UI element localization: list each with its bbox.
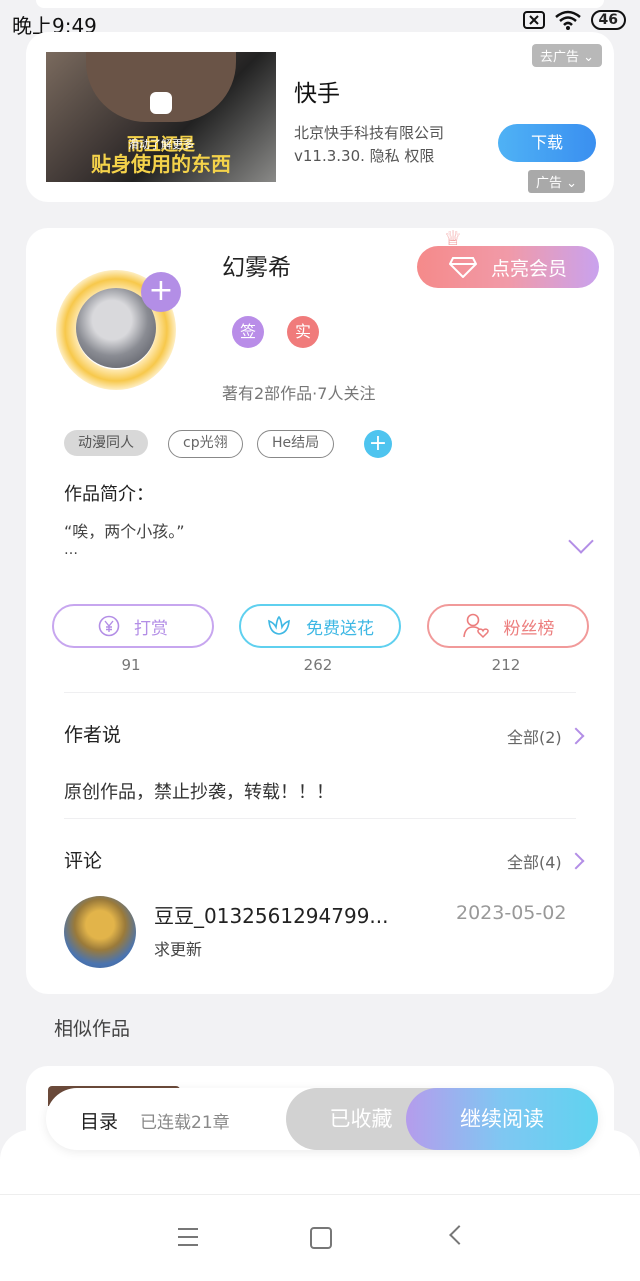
ad-label-badge[interactable]: 广告 ⌄ (528, 170, 586, 193)
remove-ad-button[interactable]: 去广告 ⌄ (532, 44, 603, 67)
intro-ellipsis: … (64, 542, 78, 558)
ad-card[interactable]: 而且还是 滑动了解更多 贴身使用的东西 快手 北京快手科技有限公司 v11.3.… (26, 32, 614, 202)
comment-avatar[interactable] (64, 896, 136, 968)
ad-image-caption-2: 贴身使用的东西 (91, 152, 231, 176)
flower-icon (268, 615, 290, 635)
author-name: 幻雾希 (222, 255, 291, 281)
comments-title: 评论 (64, 850, 103, 872)
reward-button[interactable]: 打赏 (52, 604, 214, 648)
reward-count: 91 (121, 656, 141, 674)
notification-icon (522, 11, 545, 29)
divider (64, 818, 576, 819)
divider (64, 692, 576, 693)
continue-reading-button[interactable]: 继续阅读 (406, 1088, 598, 1150)
chevron-right-icon (567, 727, 585, 745)
ad-title: 快手 (294, 81, 340, 107)
tag-he-ending[interactable]: He结局 (257, 430, 335, 458)
kuaishou-logo-icon (150, 92, 172, 114)
expand-chevron-icon[interactable] (568, 528, 594, 554)
battery-indicator: 46 (590, 10, 626, 30)
author-says-all-label: 全部(2) (507, 728, 562, 747)
wifi-icon (554, 10, 581, 30)
author-says-all-link[interactable]: 全部(2) (507, 724, 585, 748)
comments-all-link[interactable]: 全部(4) (507, 849, 585, 873)
chevron-right-icon (567, 852, 585, 870)
previous-card-edge (36, 0, 604, 8)
comment-text: 求更新 (154, 940, 203, 959)
ad-version-privacy[interactable]: v11.3.30. 隐私 权限 (294, 145, 434, 166)
flower-count: 262 (303, 656, 333, 674)
vip-button[interactable]: 点亮会员 (417, 246, 599, 288)
vip-button-label: 点亮会员 (490, 257, 567, 280)
send-flower-label: 免费送花 (306, 618, 374, 639)
tag-cp[interactable]: cp光翎 (168, 430, 243, 458)
author-stats: 著有2部作品·7人关注 (222, 384, 376, 403)
comment-username[interactable]: 豆豆_0132561294799... (154, 900, 389, 929)
verified-badge: 实 (287, 316, 319, 348)
fans-count: 212 (491, 656, 521, 674)
ad-download-button[interactable]: 下载 (498, 124, 596, 162)
intro-label: 作品简介： (64, 484, 154, 505)
fan-ranking-button[interactable]: 粉丝榜 (427, 604, 589, 648)
ad-company: 北京快手科技有限公司 (294, 124, 445, 142)
send-flower-button[interactable]: 免费送花 (239, 604, 401, 648)
reward-label: 打赏 (134, 618, 168, 639)
table-of-contents-button[interactable]: 目录 (80, 1107, 118, 1134)
intro-text: “唉，两个小孩。” (64, 522, 185, 541)
similar-works-title: 相似作品 (54, 1018, 131, 1040)
home-icon[interactable] (310, 1227, 332, 1249)
ad-image[interactable]: 而且还是 滑动了解更多 贴身使用的东西 (46, 52, 276, 182)
signed-badge: 签 (232, 316, 264, 348)
diamond-icon (448, 257, 477, 278)
chapter-count: 已连载21章 (140, 1113, 230, 1133)
author-says-title: 作者说 (64, 724, 122, 746)
user-heart-icon (462, 613, 489, 639)
comment-date: 2023-05-02 (456, 902, 567, 924)
comments-all-label: 全部(4) (507, 853, 562, 872)
author-says-text: 原创作品，禁止抄袭，转载！！！ (64, 782, 334, 803)
menu-icon[interactable] (178, 1228, 198, 1252)
status-icons: 46 (522, 10, 626, 30)
add-tag-button[interactable]: + (364, 430, 392, 458)
fan-ranking-label: 粉丝榜 (503, 618, 555, 639)
tag-anime-fanfic[interactable]: 动漫同人 (64, 430, 148, 456)
follow-plus-icon[interactable]: + (141, 272, 181, 312)
yen-coin-icon (98, 615, 120, 637)
author-card: + 幻雾希 ♕ 点亮会员 签 实 著有2部作品·7人关注 动漫同人 cp光翎 H… (26, 226, 614, 994)
